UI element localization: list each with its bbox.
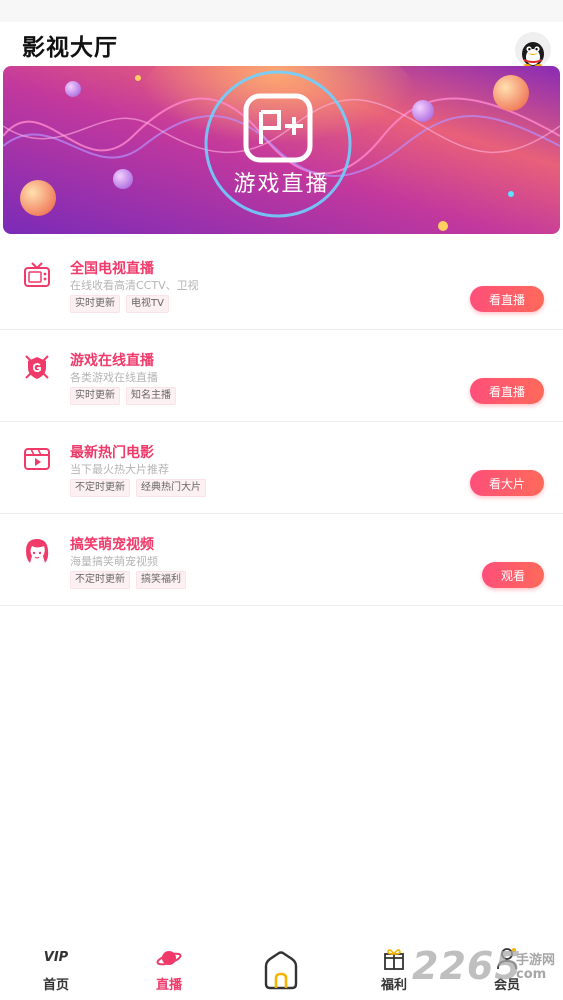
tag: 实时更新: [70, 387, 120, 405]
banner-logo-text: 游戏直播: [233, 172, 330, 197]
banner[interactable]: 游戏直播: [3, 66, 560, 234]
header: 影视大厅: [0, 22, 563, 68]
list-item[interactable]: 全国电视直播 在线收看高清CCTV、卫视 实时更新 电视TV 看直播: [0, 238, 563, 330]
planet-icon: [156, 946, 182, 970]
tag: 不定时更新: [70, 571, 130, 589]
item-subtitle: 当下最火热大片推荐: [70, 463, 169, 476]
item-title: 游戏在线直播: [70, 353, 154, 369]
item-tags: 实时更新 知名主播: [70, 387, 176, 405]
item-subtitle: 海量搞笑萌宠视频: [70, 555, 158, 568]
item-subtitle: 在线收看高清CCTV、卫视: [70, 279, 199, 292]
watermark-2265: 2265 手游网 com: [412, 944, 562, 994]
channel-list: 全国电视直播 在线收看高清CCTV、卫视 实时更新 电视TV 看直播 游戏在线直…: [0, 238, 563, 606]
vip-icon: VIP: [43, 950, 69, 965]
list-item[interactable]: 游戏在线直播 各类游戏在线直播 实时更新 知名主播 看直播: [0, 330, 563, 422]
watch-live-button[interactable]: 看直播: [470, 378, 544, 404]
status-bar: [0, 0, 563, 22]
gift-icon: [381, 946, 407, 970]
nav-live[interactable]: 直播: [139, 946, 199, 993]
item-subtitle: 各类游戏在线直播: [70, 371, 158, 384]
game-shield-icon: [22, 352, 52, 382]
item-tags: 实时更新 电视TV: [70, 295, 169, 313]
girl-face-icon: [22, 536, 52, 566]
tag: 电视TV: [126, 295, 169, 313]
bottom-nav: VIP 首页 直播 福利 会员 2265 手游网 com: [0, 940, 563, 1000]
tag: 知名主播: [126, 387, 176, 405]
nav-home-label: 首页: [42, 978, 69, 993]
tag: 经典热门大片: [136, 479, 206, 497]
list-item[interactable]: 最新热门电影 当下最火热大片推荐 不定时更新 经典热门大片 看大片: [0, 422, 563, 514]
watermark-bottom-text: com: [516, 967, 547, 982]
tag: 实时更新: [70, 295, 120, 313]
film-icon: [22, 444, 52, 474]
nav-live-label: 直播: [155, 978, 182, 993]
item-title: 全国电视直播: [70, 261, 154, 277]
tag: 不定时更新: [70, 479, 130, 497]
page-title: 影视大厅: [22, 35, 118, 61]
item-tags: 不定时更新 搞笑福利: [70, 571, 186, 589]
nav-welfare-label: 福利: [380, 978, 407, 993]
watermark-top-text: 手游网: [516, 953, 556, 968]
home-icon[interactable]: [262, 950, 300, 990]
tv-icon: [22, 260, 52, 290]
item-title: 最新热门电影: [70, 445, 154, 461]
item-tags: 不定时更新 经典热门大片: [70, 479, 206, 497]
penguin-avatar-icon[interactable]: [515, 32, 551, 68]
list-item[interactable]: 搞笑萌宠视频 海量搞笑萌宠视频 不定时更新 搞笑福利 观看: [0, 514, 563, 606]
nav-home[interactable]: VIP 首页: [26, 946, 86, 993]
watch-movie-button[interactable]: 看大片: [470, 470, 544, 496]
watermark-number: 2265: [412, 944, 522, 988]
watch-button[interactable]: 观看: [482, 562, 544, 588]
item-title: 搞笑萌宠视频: [70, 537, 154, 553]
tag: 搞笑福利: [136, 571, 186, 589]
watch-live-button[interactable]: 看直播: [470, 286, 544, 312]
